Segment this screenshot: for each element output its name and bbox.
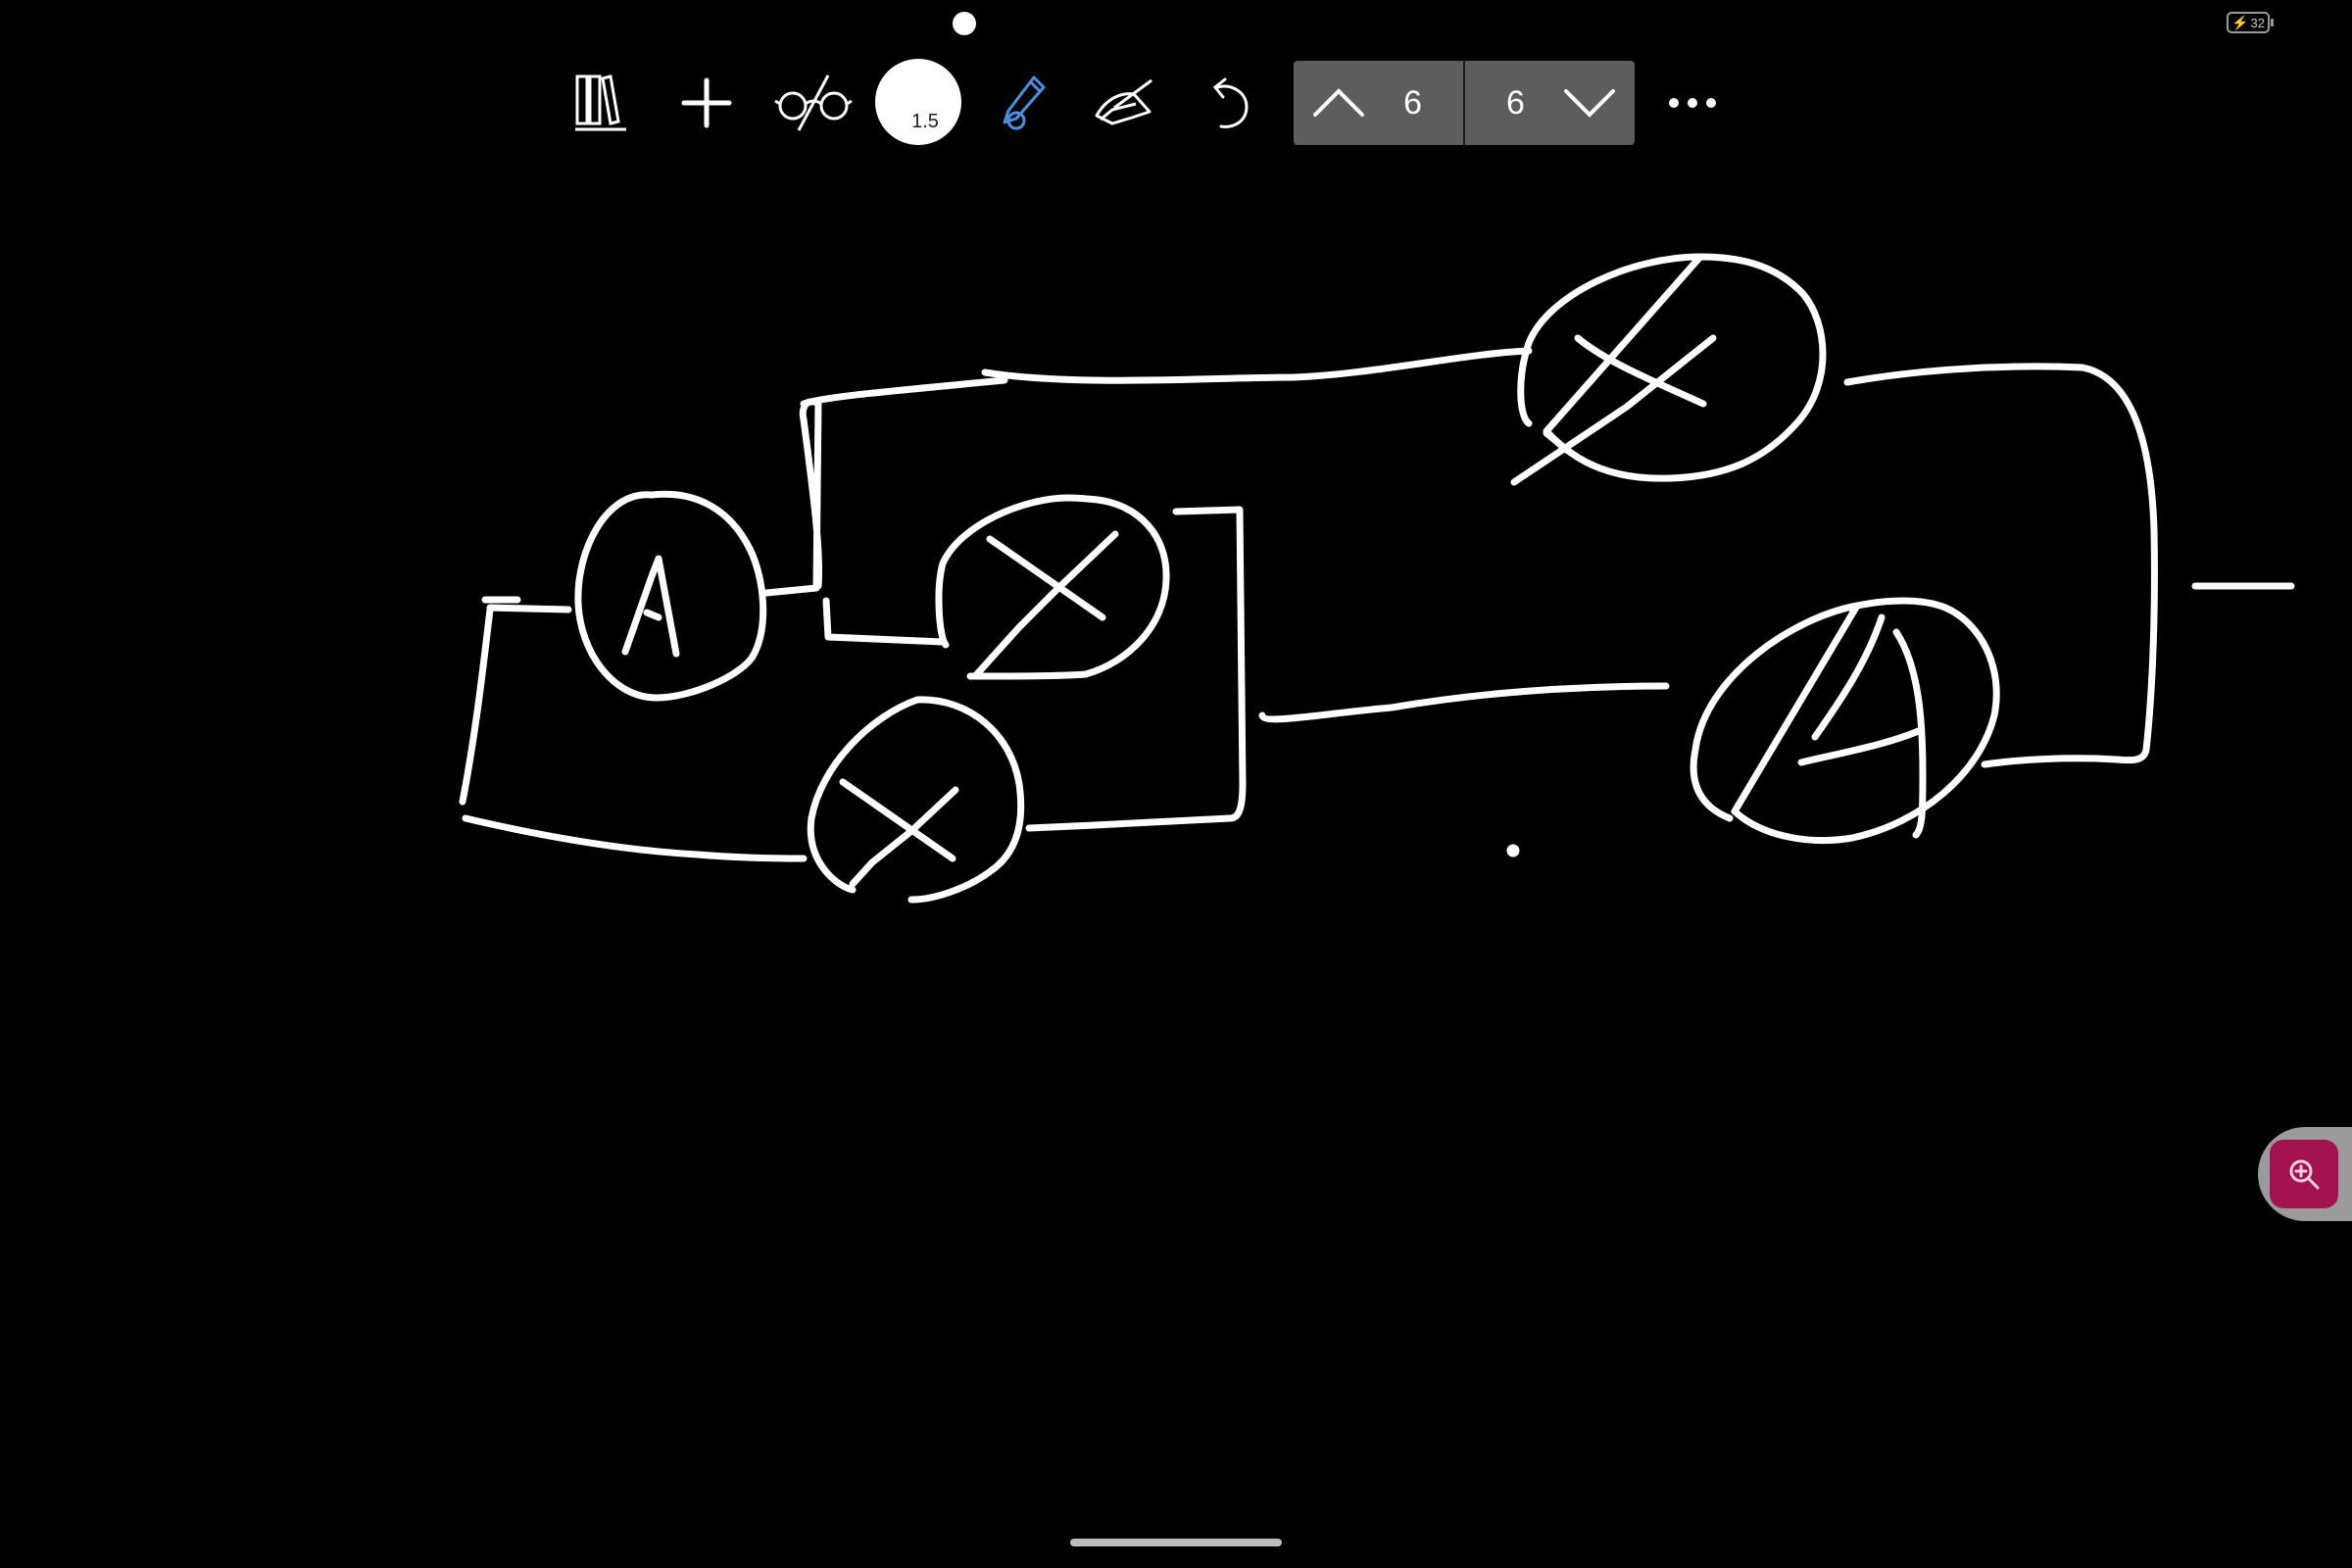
library-button[interactable] xyxy=(557,49,645,157)
undo-icon xyxy=(1212,77,1249,128)
pen-tool-button[interactable] xyxy=(980,49,1068,157)
reading-mode-button[interactable] xyxy=(769,49,858,157)
chevron-down-icon xyxy=(1564,89,1615,118)
circuit-wires xyxy=(459,347,2295,862)
more-horizontal-icon xyxy=(1669,98,1716,108)
undo-button[interactable] xyxy=(1184,49,1272,157)
drag-handle[interactable] xyxy=(953,12,976,35)
toolbar: 1.5 6 6 xyxy=(0,49,2352,157)
next-page-button[interactable]: 6 xyxy=(1465,61,1635,145)
chevron-up-icon xyxy=(1313,88,1364,117)
zoom-button[interactable] xyxy=(2270,1140,2338,1208)
plus-icon xyxy=(681,77,732,128)
home-indicator[interactable] xyxy=(1070,1539,1282,1546)
ammeter-symbol-right xyxy=(1690,597,2000,845)
library-books-icon xyxy=(575,74,626,131)
add-button[interactable] xyxy=(662,49,751,157)
battery-level: 32 xyxy=(2250,15,2265,30)
bolt-icon: ⚡ xyxy=(2231,14,2249,30)
lamp-symbol-top-right xyxy=(1510,253,1827,486)
ink-dot xyxy=(1506,844,1520,858)
lamp-symbol-bottom xyxy=(807,696,1025,904)
page-navigator: 6 6 xyxy=(1294,61,1635,145)
ammeter-symbol-left xyxy=(574,490,767,702)
zoom-panel-tab[interactable] xyxy=(2258,1127,2352,1221)
zoom-in-icon xyxy=(2289,1159,2320,1190)
more-options-button[interactable] xyxy=(1656,49,1729,157)
pen-size-button[interactable]: 1.5 xyxy=(875,59,961,145)
note-app-screen: ⚡ 32 1.5 6 6 xyxy=(0,0,2352,1568)
previous-page-button[interactable]: 6 xyxy=(1294,61,1463,145)
pen-icon xyxy=(1003,75,1046,130)
total-pages-number: 6 xyxy=(1506,83,1525,122)
current-page-number: 6 xyxy=(1403,83,1422,122)
drawing-canvas[interactable] xyxy=(0,0,2352,1568)
lamp-symbol-center xyxy=(935,494,1170,680)
highlighter-icon xyxy=(1095,78,1152,125)
battery-indicator: ⚡ 32 xyxy=(2227,12,2274,33)
highlighter-tool-button[interactable] xyxy=(1080,49,1168,157)
glasses-icon xyxy=(774,74,853,131)
pen-size-value: 1.5 xyxy=(911,111,939,132)
